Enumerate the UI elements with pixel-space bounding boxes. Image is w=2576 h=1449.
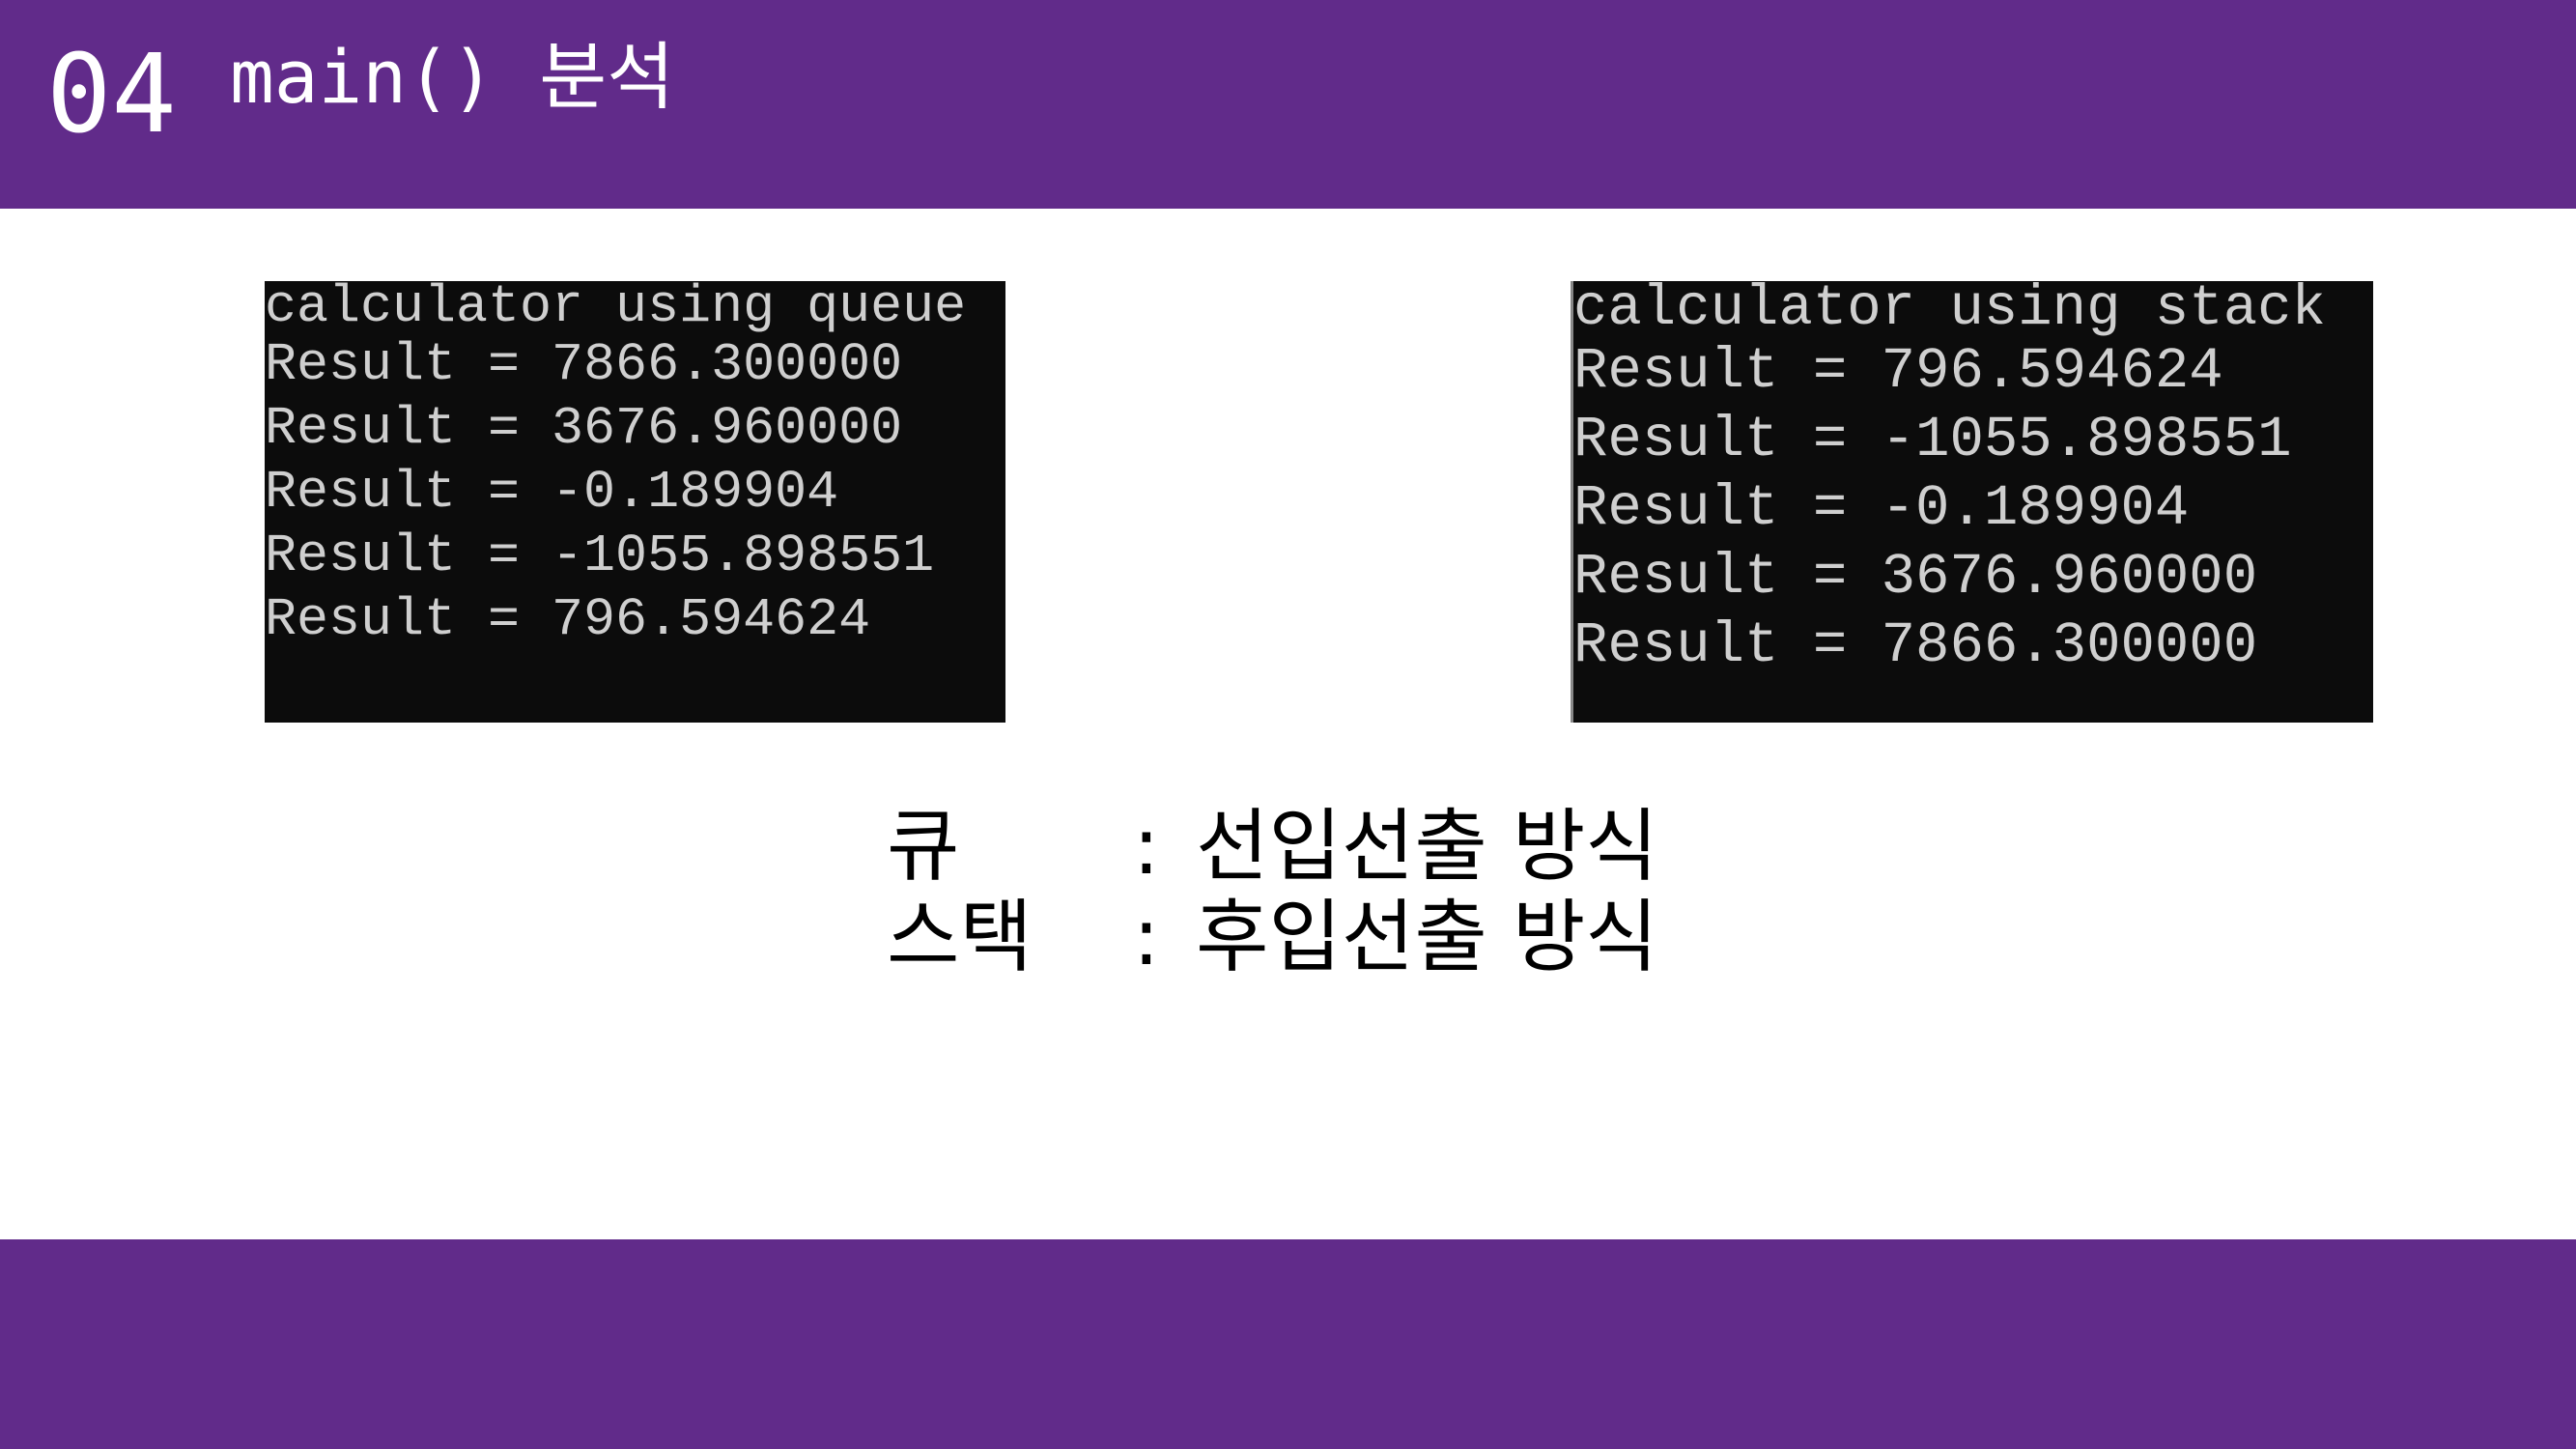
queue-console-output: calculator using queue Result = 7866.300…	[265, 276, 1005, 723]
console-line: Result = 3676.960000	[265, 398, 903, 459]
console-line: Result = 7866.300000	[1573, 613, 2258, 678]
term-label: 큐	[887, 801, 960, 893]
description-block: 큐 : 선입선출 방식 스택 : 후입선출 방식	[887, 802, 1658, 983]
section-number: 04	[46, 32, 177, 157]
console-line: Result = 796.594624	[265, 589, 871, 650]
description-row-queue: 큐 : 선입선출 방식	[887, 802, 1658, 893]
description-row-stack: 스택 : 후입선출 방식	[887, 893, 1658, 983]
colon: :	[1133, 892, 1160, 983]
console-line: calculator using stack	[1573, 276, 2326, 341]
header-bar: 04 main() 분석	[0, 0, 2576, 209]
console-line: Result = -0.189904	[1573, 476, 2190, 541]
colon: :	[1133, 801, 1160, 893]
console-line: Result = 7866.300000	[265, 334, 903, 395]
stack-console-output: calculator using stack Result = 796.5946…	[1571, 276, 2373, 723]
term-definition: 후입선출 방식	[1196, 892, 1658, 983]
console-line: Result = 3676.960000	[1573, 545, 2258, 610]
console-line: Result = -0.189904	[265, 462, 839, 523]
page-title: main() 분석	[230, 34, 675, 120]
console-line: calculator using queue	[265, 276, 967, 337]
console-line: Result = -1055.898551	[1573, 408, 2292, 472]
footer-bar	[0, 1239, 2576, 1449]
console-line: Result = -1055.898551	[265, 526, 935, 586]
term-definition: 선입선출 방식	[1196, 801, 1658, 893]
console-line: Result = 796.594624	[1573, 339, 2223, 404]
term-label: 스택	[887, 892, 1033, 983]
